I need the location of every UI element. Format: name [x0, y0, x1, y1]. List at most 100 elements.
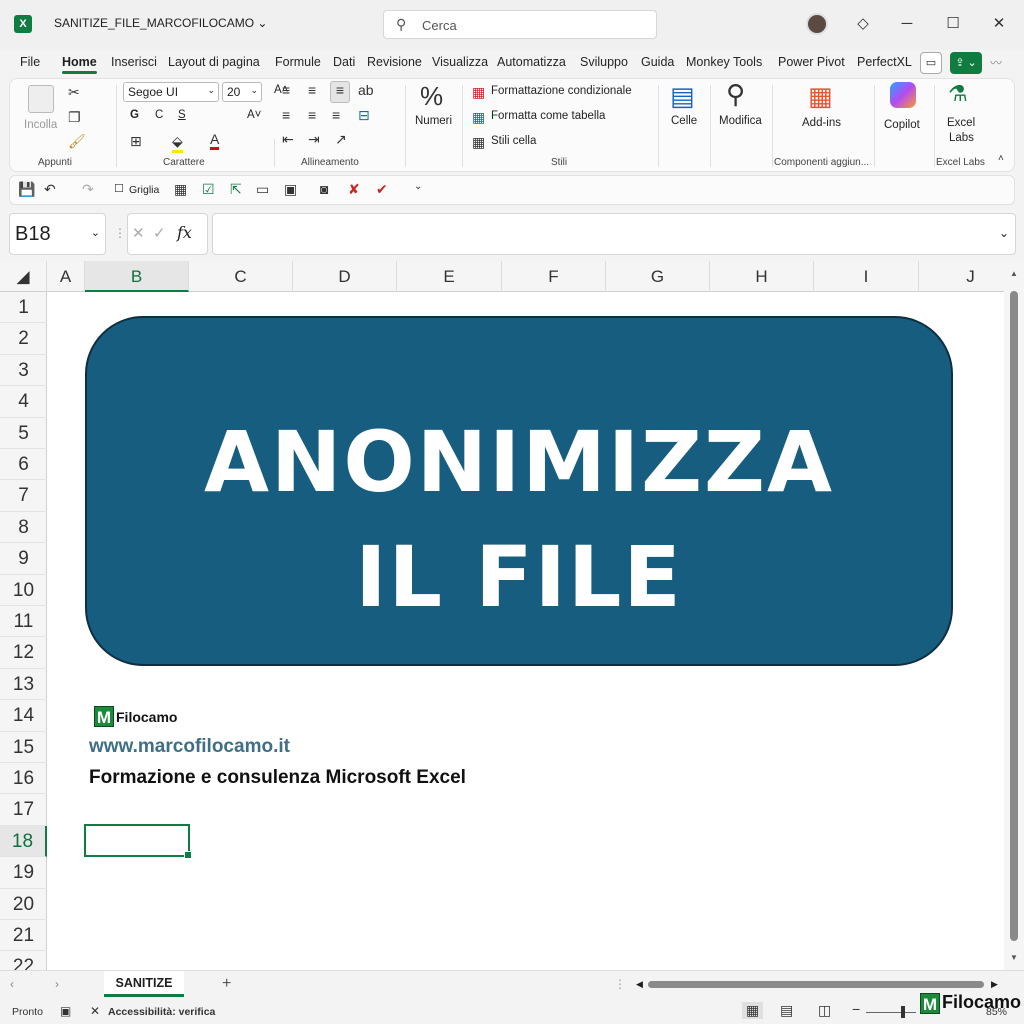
scroll-right-icon[interactable]: ▶	[991, 979, 998, 990]
row-header[interactable]: 2	[0, 323, 47, 355]
cells-label[interactable]: Celle	[671, 115, 697, 127]
zoom-slider-track[interactable]	[866, 1012, 916, 1013]
scroll-up-icon[interactable]: ▲	[1010, 269, 1018, 278]
align-middle-icon[interactable]: ≡	[308, 82, 316, 98]
column-header[interactable]: C	[189, 261, 293, 292]
column-header[interactable]: E	[397, 261, 502, 292]
drag-handle-icon[interactable]: ⋮	[614, 977, 626, 991]
diamond-icon[interactable]: ◇	[851, 12, 875, 36]
format-painter-icon[interactable]: 🖌	[68, 133, 86, 150]
row-header[interactable]: 22	[0, 951, 47, 970]
layout-icon[interactable]: ▣	[284, 181, 297, 198]
font-color-icon[interactable]: A	[210, 131, 220, 150]
shrink-font-icon[interactable]: A˅	[247, 109, 261, 121]
clear-icon[interactable]: ✘	[348, 181, 360, 198]
increase-indent-icon[interactable]: ⇥	[308, 131, 320, 148]
minimize-button[interactable]: ─	[895, 12, 919, 36]
insert-function-icon[interactable]: fx	[177, 223, 192, 242]
excel-labs-label-1[interactable]: Excel	[947, 117, 975, 129]
align-right-icon[interactable]: ≡	[332, 107, 340, 123]
expand-formula-icon[interactable]: ⌄	[999, 226, 1009, 240]
drag-handle-icon[interactable]: ⋮	[114, 226, 126, 240]
row-header[interactable]: 9	[0, 543, 47, 575]
column-header[interactable]: D	[293, 261, 397, 292]
vertical-scroll-thumb[interactable]	[1010, 291, 1018, 941]
row-header[interactable]: 10	[0, 575, 47, 606]
accessibility-icon[interactable]: ✕	[90, 1004, 100, 1018]
row-header[interactable]: 6	[0, 449, 47, 481]
formula-input[interactable]: ⌄	[212, 213, 1016, 255]
row-header[interactable]: 14	[0, 700, 47, 732]
worksheet-grid[interactable]: ◢ A B C D E F G H I J 1 2 3 4 5 6 7 8 9 …	[0, 261, 1004, 970]
align-bottom-icon[interactable]: ≡	[330, 81, 350, 103]
gridlines-checkbox[interactable]: ☐	[114, 182, 124, 195]
column-header[interactable]: B	[85, 261, 189, 292]
merge-center-icon[interactable]: ⊟	[358, 107, 370, 124]
row-header[interactable]: 5	[0, 418, 47, 449]
tab-page-layout[interactable]: Layout di pagina	[168, 55, 260, 69]
row-header[interactable]: 7	[0, 480, 47, 512]
name-box[interactable]: B18 ⌄	[9, 213, 106, 255]
vertical-scrollbar[interactable]: ▲ ▼	[1004, 261, 1024, 970]
conditional-format-icon[interactable]: ▦	[472, 84, 485, 101]
camera-icon[interactable]: ◙	[320, 181, 328, 197]
tab-perfectxl[interactable]: PerfectXL	[857, 55, 912, 69]
document-title[interactable]: SANITIZE_FILE_MARCOFILOCAMO ⌄	[54, 16, 267, 30]
wrap-text-icon[interactable]: ab	[358, 82, 374, 98]
excel-labs-label-2[interactable]: Labs	[949, 132, 974, 144]
column-header[interactable]: I	[814, 261, 919, 292]
tab-view[interactable]: Visualizza	[432, 55, 488, 69]
horizontal-scroll-thumb[interactable]	[648, 981, 984, 988]
avatar[interactable]	[806, 13, 828, 35]
align-left-icon[interactable]: ≡	[282, 107, 290, 123]
orientation-icon[interactable]: ↗	[335, 131, 347, 148]
editing-label[interactable]: Modifica	[719, 115, 762, 127]
row-header[interactable]: 21	[0, 920, 47, 952]
comments-icon[interactable]: ▭	[920, 52, 942, 74]
tab-formulas[interactable]: Formule	[275, 55, 321, 69]
column-header[interactable]: F	[502, 261, 606, 292]
add-sheet-icon[interactable]: +	[222, 975, 231, 993]
validate-icon[interactable]: ✔	[376, 181, 388, 198]
flask-icon[interactable]: ⚗	[948, 81, 968, 107]
conditional-format-button[interactable]: Formattazione condizionale	[491, 85, 632, 97]
align-center-icon[interactable]: ≡	[308, 107, 316, 123]
cancel-icon[interactable]: ✕	[132, 224, 145, 242]
select-all-corner[interactable]: ◢	[0, 261, 47, 292]
row-header[interactable]: 4	[0, 386, 47, 418]
export-icon[interactable]: ⇱	[230, 181, 242, 198]
search-box[interactable]: ⚲ Cerca	[383, 10, 657, 39]
redo-icon[interactable]: ↷	[82, 181, 94, 198]
tab-home[interactable]: Home	[62, 55, 97, 74]
underline-button[interactable]: S	[178, 109, 186, 121]
page-break-view-icon[interactable]: ◫	[818, 1002, 831, 1019]
magnifier-icon[interactable]: ⚲	[726, 79, 745, 110]
normal-view-icon[interactable]: ▦	[742, 1002, 764, 1019]
fill-color-icon[interactable]: ⬙	[172, 133, 183, 153]
borders-icon[interactable]: ⊞	[130, 133, 142, 150]
tab-monkey-tools[interactable]: Monkey Tools	[686, 55, 762, 69]
percent-icon[interactable]: %	[420, 81, 443, 112]
font-size-combo[interactable]: 20 ⌄	[222, 82, 262, 102]
row-header[interactable]: 12	[0, 637, 47, 669]
cells-icon[interactable]: ▤	[670, 81, 695, 112]
window-icon[interactable]: ▭	[256, 181, 269, 198]
website-link[interactable]: www.marcofilocamo.it	[89, 736, 290, 758]
page-layout-view-icon[interactable]: ▤	[780, 1002, 793, 1019]
customize-qat-icon[interactable]: ⌄	[414, 181, 422, 192]
next-sheet-icon[interactable]: ›	[55, 977, 59, 991]
format-table-icon[interactable]: ▦	[472, 109, 485, 126]
row-header[interactable]: 17	[0, 794, 47, 826]
align-top-icon[interactable]: ≡	[282, 82, 290, 98]
italic-button[interactable]: C	[155, 109, 163, 121]
row-header[interactable]: 18	[0, 825, 47, 858]
tab-developer[interactable]: Sviluppo	[580, 55, 628, 69]
bold-button[interactable]: G	[130, 109, 139, 121]
column-header[interactable]: A	[47, 261, 85, 292]
row-header[interactable]: 19	[0, 857, 47, 889]
title-banner-shape[interactable]: ANONIMIZZA IL FILE	[85, 316, 953, 666]
collapse-ribbon-icon[interactable]: 〰	[990, 54, 1002, 71]
macro-record-icon[interactable]: ▣	[60, 1004, 71, 1018]
save-icon[interactable]: 💾	[18, 181, 35, 198]
cell-styles-icon[interactable]: ▦	[472, 134, 485, 151]
